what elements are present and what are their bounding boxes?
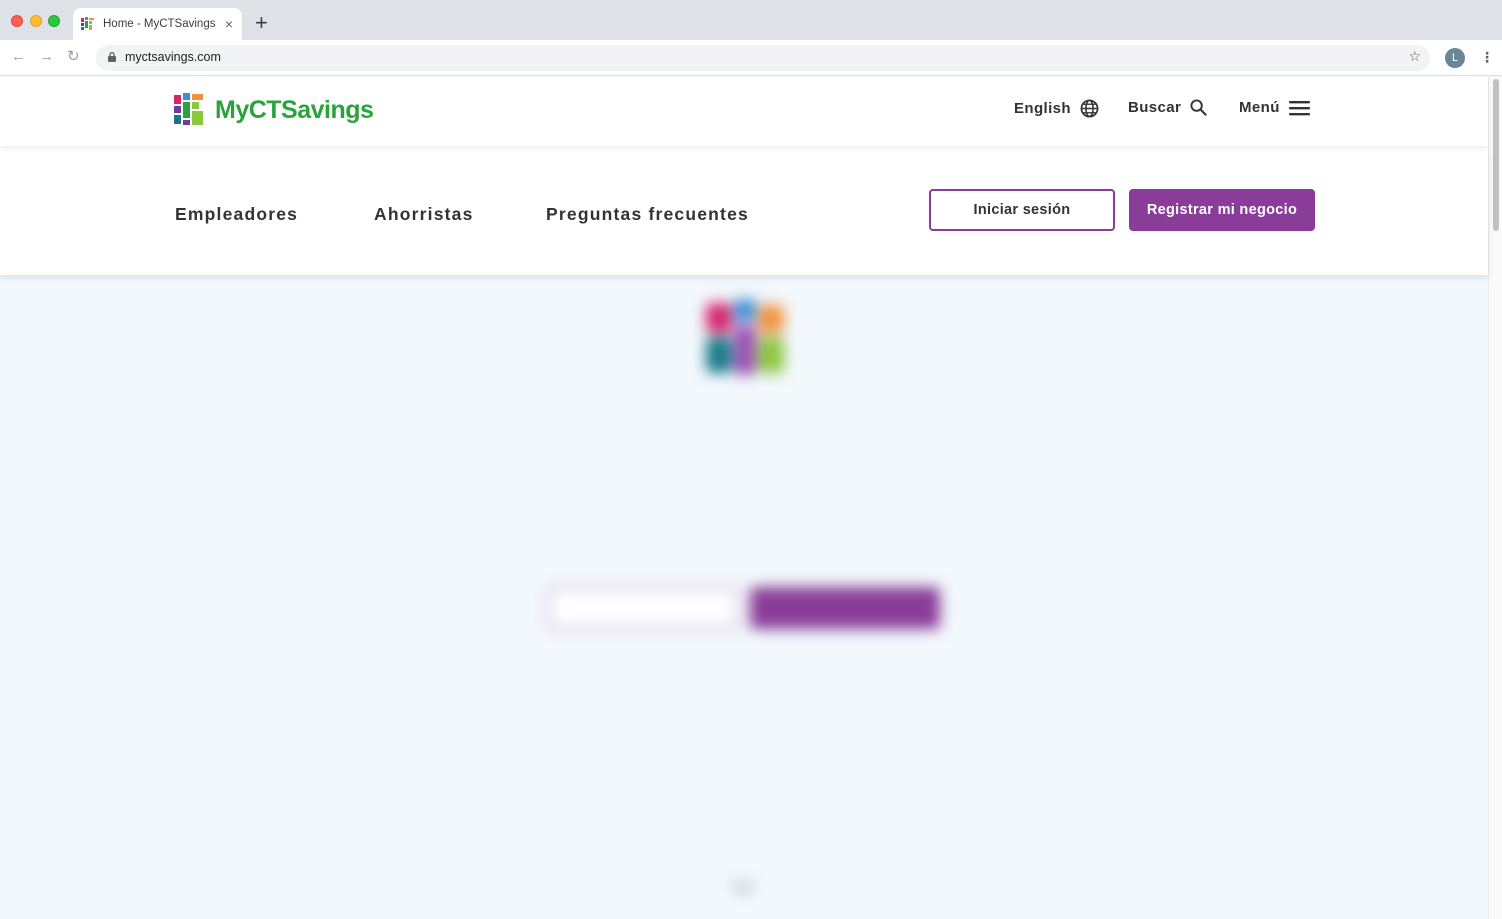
myctsavings-logo-icon	[174, 93, 208, 127]
main-navigation-panel: Empleadores Ahorristas Preguntas frecuen…	[0, 146, 1488, 275]
search-icon	[1190, 99, 1207, 116]
forward-arrow-icon[interactable]: →	[39, 48, 54, 66]
browser-tab-active[interactable]: Home - MyCTSavings ×	[73, 8, 242, 40]
site-logo[interactable]: MyCTSavings	[174, 93, 374, 127]
hamburger-menu-icon	[1288, 100, 1310, 115]
blurred-hero-section	[0, 275, 1488, 919]
site-header: MyCTSavings English Buscar Menú	[0, 77, 1488, 146]
menu-label: Menú	[1239, 99, 1280, 116]
chevron-down-icon	[731, 871, 755, 895]
reload-icon[interactable]: ↻	[67, 48, 80, 66]
nav-link-empleadores[interactable]: Empleadores	[175, 204, 298, 225]
hero-logo-icon	[706, 299, 784, 377]
scrollbar-thumb[interactable]	[1493, 79, 1499, 231]
myctsavings-favicon-icon	[81, 17, 95, 31]
search-label: Buscar	[1128, 99, 1182, 116]
browser-toolbar: ← → ↻ myctsavings.com ☆ L ⋮	[0, 40, 1502, 76]
back-arrow-icon[interactable]: ←	[11, 48, 26, 66]
login-button[interactable]: Iniciar sesión	[929, 189, 1115, 231]
profile-avatar[interactable]: L	[1445, 48, 1465, 68]
tab-title: Home - MyCTSavings	[103, 18, 216, 30]
tab-close-icon[interactable]: ×	[225, 16, 233, 32]
address-bar[interactable]: myctsavings.com ☆	[96, 45, 1430, 71]
hero-register-button	[750, 587, 940, 629]
url-text[interactable]: myctsavings.com	[125, 50, 221, 64]
search-toggle[interactable]: Buscar	[1128, 99, 1207, 116]
page-viewport: MyCTSavings English Buscar Menú Empleado…	[0, 77, 1502, 919]
bookmark-star-icon[interactable]: ☆	[1408, 48, 1421, 65]
maximize-window-button[interactable]	[48, 15, 60, 27]
nav-link-ahorristas[interactable]: Ahorristas	[374, 204, 474, 225]
browser-menu-icon[interactable]: ⋮	[1480, 49, 1494, 65]
language-toggle[interactable]: English	[1014, 99, 1099, 118]
browser-tab-strip: Home - MyCTSavings × +	[0, 0, 1502, 40]
new-tab-button[interactable]: +	[255, 12, 268, 34]
lock-icon	[108, 52, 116, 62]
page-scrollbar[interactable]	[1488, 77, 1502, 919]
register-business-button[interactable]: Registrar mi negocio	[1129, 189, 1315, 231]
menu-toggle[interactable]: Menú	[1239, 99, 1310, 116]
nav-link-preguntas-frecuentes[interactable]: Preguntas frecuentes	[546, 204, 749, 225]
minimize-window-button[interactable]	[30, 15, 42, 27]
language-label: English	[1014, 100, 1071, 117]
logo-wordmark: MyCTSavings	[215, 95, 374, 124]
globe-icon	[1080, 99, 1099, 118]
close-window-button[interactable]	[11, 15, 23, 27]
hero-login-button	[548, 587, 738, 629]
